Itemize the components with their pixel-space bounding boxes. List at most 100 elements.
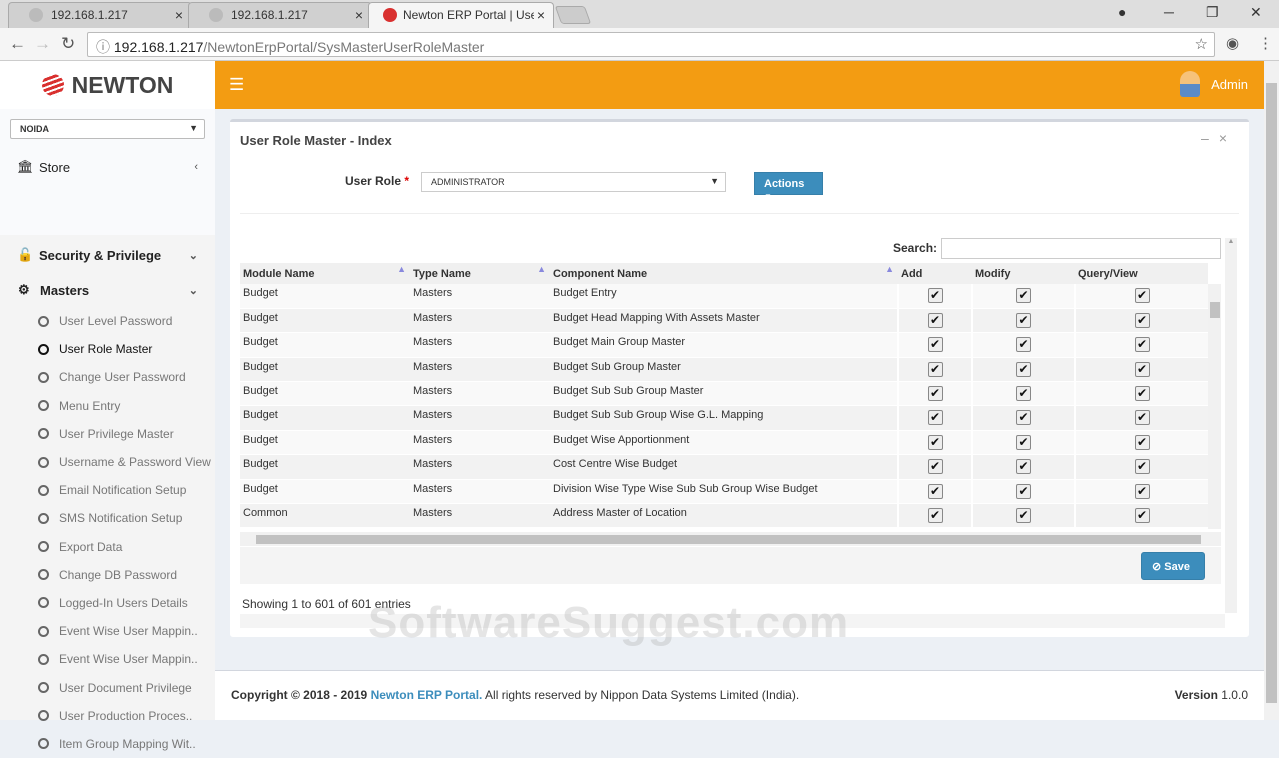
sidebar-subitem[interactable]: Event Wise User Mappin.. <box>0 617 215 645</box>
add-checkbox[interactable]: ✔ <box>927 508 943 524</box>
location-select[interactable]: NOIDA ▼ <box>10 119 205 139</box>
url-path: /NewtonErpPortal/SysMasterUserRoleMaster <box>203 39 485 55</box>
sidebar-subitem[interactable]: User Privilege Master <box>0 420 215 448</box>
scrollbar-thumb[interactable] <box>1266 83 1277 703</box>
minimize-icon[interactable]: – <box>1201 130 1219 146</box>
back-icon[interactable]: ← <box>9 34 26 54</box>
bookmark-star-icon[interactable]: ☆ <box>1195 35 1208 53</box>
query-checkbox[interactable]: ✔ <box>1134 361 1150 377</box>
table-vertical-scrollbar[interactable] <box>1208 284 1221 529</box>
user-role-select[interactable]: ADMINISTRATOR ▼ <box>421 172 726 192</box>
sidebar-subitem[interactable]: Change User Password <box>0 363 215 391</box>
close-tab-icon[interactable]: × <box>533 7 545 23</box>
user-menu[interactable]: Admin <box>1211 77 1248 92</box>
query-checkbox[interactable]: ✔ <box>1134 410 1150 426</box>
close-icon[interactable]: × <box>1219 130 1237 146</box>
sidebar-subitem[interactable]: Event Wise User Mappin.. <box>0 645 215 673</box>
sidebar-subitem[interactable]: User Production Proces.. <box>0 702 215 730</box>
search-input[interactable] <box>941 238 1221 259</box>
modify-checkbox[interactable]: ✔ <box>1016 312 1031 328</box>
add-checkbox[interactable]: ✔ <box>927 483 943 499</box>
modify-checkbox[interactable]: ✔ <box>1016 508 1031 524</box>
column-header[interactable]: Query/View <box>1075 263 1208 284</box>
sidebar-subitem[interactable]: Export Data <box>0 533 215 561</box>
add-checkbox[interactable]: ✔ <box>927 337 943 353</box>
sort-icon[interactable]: ▲ <box>537 264 546 274</box>
query-checkbox[interactable]: ✔ <box>1134 508 1150 524</box>
add-checkbox[interactable]: ✔ <box>927 459 943 475</box>
circle-icon <box>38 428 49 440</box>
add-checkbox[interactable]: ✔ <box>927 434 943 450</box>
restore-icon[interactable]: ❐ <box>1206 4 1219 21</box>
query-checkbox[interactable]: ✔ <box>1134 337 1150 353</box>
close-tab-icon[interactable]: × <box>175 7 183 23</box>
close-tab-icon[interactable]: × <box>355 7 363 23</box>
minimize-icon[interactable]: ─ <box>1164 4 1174 20</box>
add-checkbox[interactable]: ✔ <box>927 288 943 303</box>
modify-checkbox[interactable]: ✔ <box>1016 483 1031 499</box>
sidebar-subitem[interactable]: Item Group Mapping Wit.. <box>0 730 215 758</box>
query-checkbox[interactable]: ✔ <box>1134 483 1150 499</box>
newton-logo[interactable]: NEWTON <box>0 61 215 109</box>
add-checkbox[interactable]: ✔ <box>927 312 943 328</box>
browser-menu-icon[interactable]: ⋮ <box>1258 34 1273 52</box>
query-checkbox[interactable]: ✔ <box>1134 288 1150 303</box>
hamburger-menu-icon[interactable]: ☰ <box>229 75 244 95</box>
inner-scrollbar[interactable]: ▲ <box>1225 238 1237 613</box>
save-button[interactable]: ⊘ Save <box>1141 552 1205 580</box>
column-header[interactable]: Modify <box>972 263 1075 284</box>
reload-icon[interactable]: ↻ <box>61 34 75 54</box>
sidebar-subitem[interactable]: Menu Entry <box>0 392 215 420</box>
browser-tab[interactable]: 192.168.1.217 × <box>188 2 372 28</box>
sidebar-subitem[interactable]: Username & Password View <box>0 448 215 476</box>
browser-tab-active[interactable]: Newton ERP Portal | User × <box>368 2 554 28</box>
caret-down-icon: ▼ <box>764 192 772 201</box>
sidebar-item-store[interactable]: 🏛 Store ‹ <box>0 149 215 185</box>
query-checkbox[interactable]: ✔ <box>1134 312 1150 328</box>
column-header[interactable]: Module Name ▲ <box>240 263 410 284</box>
brand-link[interactable]: Newton ERP Portal. <box>371 688 483 702</box>
sidebar-subitem[interactable]: User Document Privilege <box>0 673 215 701</box>
url-input[interactable]: ⓘ 192.168.1.217/NewtonErpPortal/SysMaste… <box>87 32 1215 57</box>
profile-icon[interactable]: ● <box>1118 4 1126 20</box>
query-checkbox[interactable]: ✔ <box>1134 459 1150 475</box>
forward-icon[interactable]: → <box>34 34 51 54</box>
add-checkbox[interactable]: ✔ <box>927 410 943 426</box>
sidebar-subitem[interactable]: Logged-In Users Details <box>0 589 215 617</box>
modify-checkbox[interactable]: ✔ <box>1016 361 1031 377</box>
modify-checkbox[interactable]: ✔ <box>1016 434 1031 450</box>
modify-checkbox[interactable]: ✔ <box>1016 386 1031 402</box>
sort-icon[interactable]: ▲ <box>397 264 406 274</box>
close-window-icon[interactable]: ✕ <box>1250 4 1262 21</box>
scrollbar-thumb[interactable] <box>1210 302 1220 318</box>
query-cell: ✔ <box>1074 357 1208 383</box>
modify-checkbox[interactable]: ✔ <box>1016 410 1031 426</box>
sidebar-item-security[interactable]: 🔓 Security & Privilege ⌄ <box>0 237 215 273</box>
page-scrollbar[interactable] <box>1264 61 1279 720</box>
column-header[interactable]: Add <box>898 263 972 284</box>
sidebar-subitem[interactable]: User Level Password <box>0 307 215 335</box>
sort-icon[interactable]: ▲ <box>885 264 894 274</box>
new-tab-button[interactable] <box>554 6 592 24</box>
modify-checkbox[interactable]: ✔ <box>1016 459 1031 475</box>
sidebar-subitem[interactable]: User Role Master <box>0 335 215 363</box>
sidebar-subitem[interactable]: SMS Notification Setup <box>0 504 215 532</box>
modify-checkbox[interactable]: ✔ <box>1016 337 1031 353</box>
sidebar-subitem[interactable]: Change DB Password <box>0 561 215 589</box>
query-checkbox[interactable]: ✔ <box>1134 434 1150 450</box>
sidebar-subitem[interactable]: Email Notification Setup <box>0 476 215 504</box>
add-checkbox[interactable]: ✔ <box>927 361 943 377</box>
modify-checkbox[interactable]: ✔ <box>1016 288 1031 303</box>
user-avatar-icon[interactable] <box>1180 71 1200 97</box>
query-checkbox[interactable]: ✔ <box>1134 386 1150 402</box>
circle-icon <box>38 371 49 383</box>
sidebar-item-masters[interactable]: ⚙ Masters ⌄ <box>0 273 215 307</box>
column-header[interactable]: Component Name ▲ <box>550 263 898 284</box>
actions-button[interactable]: Actions ▼ <box>754 172 823 201</box>
scrollbar-thumb[interactable] <box>256 535 1201 544</box>
column-header[interactable]: Type Name ▲ <box>410 263 550 284</box>
add-checkbox[interactable]: ✔ <box>927 386 943 402</box>
extension-icon[interactable]: ◉ <box>1226 34 1239 52</box>
browser-tab[interactable]: 192.168.1.217 × <box>8 2 192 28</box>
table-horizontal-scrollbar[interactable] <box>240 532 1221 546</box>
